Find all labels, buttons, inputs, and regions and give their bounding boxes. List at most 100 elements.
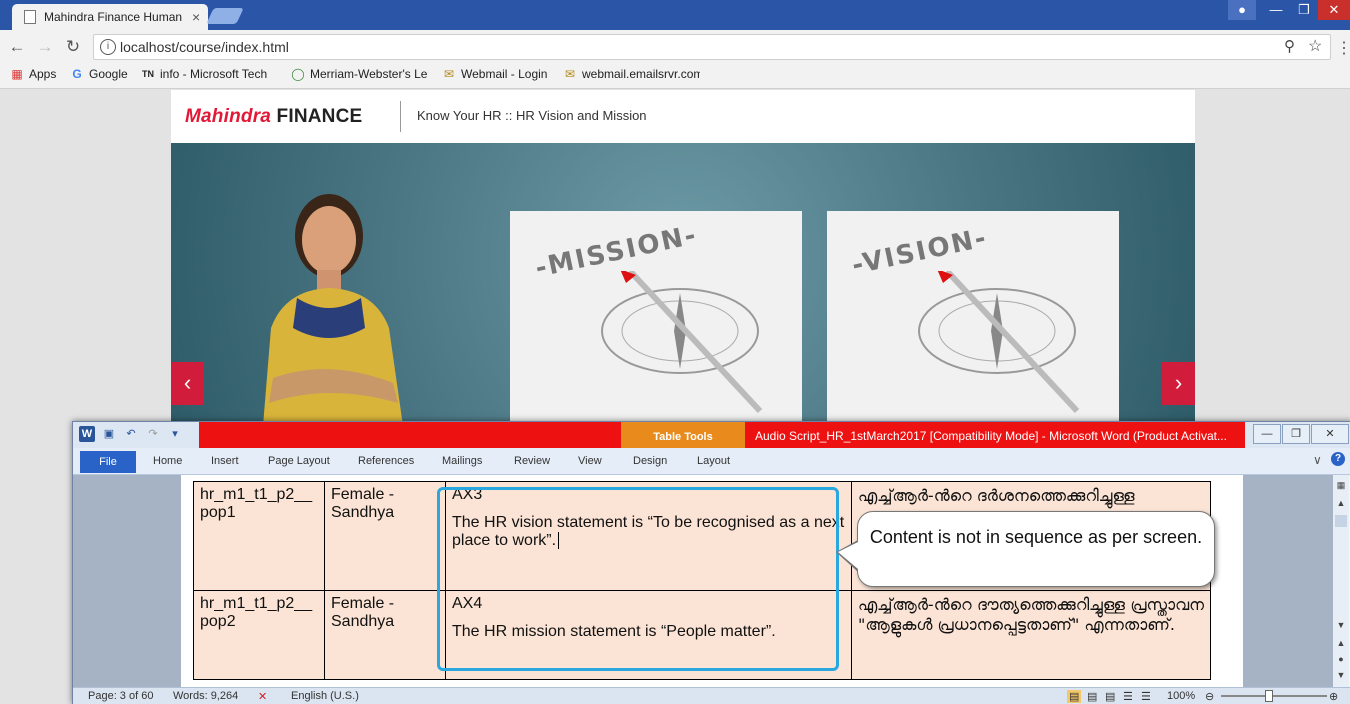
customize-toolbar-icon[interactable]: ▾	[167, 426, 183, 442]
bookmark-label: Google	[89, 67, 128, 81]
web-layout-icon[interactable]: ▤	[1105, 690, 1115, 703]
bookmark-merriam-webster[interactable]: ◯ Merriam-Webster's Le	[291, 67, 428, 81]
close-icon[interactable]: ×	[192, 9, 200, 25]
presenter-image	[263, 194, 403, 426]
bookmark-google[interactable]: G Google	[70, 67, 128, 81]
prev-slide-button[interactable]: ‹	[171, 362, 204, 405]
course-page: Mahindra FINANCE Know Your HR :: HR Visi…	[171, 90, 1195, 426]
zoom-slider[interactable]	[1221, 695, 1327, 697]
vision-image: -VISION-	[827, 211, 1119, 426]
vertical-scrollbar[interactable]: ▦ ▲ ▼ ▲ ● ▼	[1333, 475, 1349, 687]
star-icon[interactable]: ☆	[1308, 36, 1322, 56]
menu-icon[interactable]: ⋮	[1336, 38, 1350, 58]
page-count[interactable]: Page: 3 of 60	[88, 690, 153, 702]
document-title: Audio Script_HR_1stMarch2017 [Compatibil…	[755, 429, 1227, 443]
bookmark-apps[interactable]: ▦ Apps	[10, 67, 56, 81]
bookmark-label: Apps	[29, 67, 57, 81]
proofing-icon[interactable]: ✕	[258, 690, 267, 703]
bookmark-microsoft-tech[interactable]: TN info - Microsoft Tech	[141, 67, 272, 81]
callout-pointer-fill	[838, 542, 858, 569]
ruler-icon[interactable]: ▦	[1335, 479, 1347, 491]
mail-icon: ✉	[564, 67, 576, 81]
word-minimize-button[interactable]: —	[1253, 424, 1281, 444]
tab-home[interactable]: Home	[153, 455, 182, 467]
save-icon[interactable]: ▣	[101, 426, 117, 442]
word-maximize-button[interactable]: ❐	[1282, 424, 1310, 444]
word-count[interactable]: Words: 9,264	[173, 690, 238, 702]
quick-access-toolbar: W ▣ ↶ ↷ ▾	[79, 426, 183, 442]
zoom-out-icon[interactable]: ⊖	[1205, 690, 1214, 703]
select-browse-object-icon[interactable]: ●	[1335, 653, 1347, 665]
table-tools-label: Table Tools	[621, 422, 745, 448]
zoom-in-icon[interactable]: ⊕	[1329, 690, 1338, 703]
word-close-button[interactable]: ✕	[1311, 424, 1349, 444]
bookmark-label: Merriam-Webster's Le	[310, 67, 428, 81]
maximize-button[interactable]: ❐	[1290, 0, 1318, 20]
logo-suffix: FINANCE	[276, 106, 363, 127]
translation-cell[interactable]: എച്ച്ആർ-ന്‍റെ ദൗത്യത്തെക്കുറിച്ചുള്ള പ്ര…	[851, 590, 1211, 680]
url-text[interactable]: localhost/course/index.html	[120, 39, 289, 55]
next-slide-button[interactable]: ›	[1162, 362, 1195, 405]
next-page-icon[interactable]: ▼	[1335, 669, 1347, 681]
minimize-button[interactable]: —	[1262, 0, 1290, 20]
script-id-cell[interactable]: hr_m1_t1_p2__pop2	[193, 590, 325, 680]
bookmark-label: Webmail - Login	[461, 67, 548, 81]
compass-icon	[601, 271, 763, 414]
script-id-cell[interactable]: hr_m1_t1_p2__pop1	[193, 481, 325, 591]
page-icon	[24, 10, 36, 24]
voice-cell[interactable]: Female - Sandhya	[324, 590, 446, 680]
logo-brand: Mahindra	[185, 106, 272, 127]
address-bar[interactable]: i localhost/course/index.html ⚲ ☆	[93, 34, 1331, 60]
hero-banner: -MISSION- -VISION- ‹ ›	[171, 143, 1195, 426]
apps-grid-icon: ▦	[11, 67, 23, 81]
ribbon-tabs: File Home Insert Page Layout References …	[73, 448, 1350, 475]
scroll-down-icon[interactable]: ▼	[1335, 619, 1347, 631]
google-icon: G	[72, 67, 82, 81]
forward-icon[interactable]: →	[34, 36, 56, 58]
language[interactable]: English (U.S.)	[291, 690, 359, 702]
site-header: Mahindra FINANCE Know Your HR :: HR Visi…	[171, 90, 1195, 143]
bookmark-webmail-emailsrvr[interactable]: ✉ webmail.emailsrvr.com	[563, 67, 700, 81]
tab-page-layout[interactable]: Page Layout	[268, 455, 330, 467]
voice-cell[interactable]: Female - Sandhya	[324, 481, 446, 591]
info-icon[interactable]: i	[100, 39, 116, 55]
scroll-thumb[interactable]	[1335, 515, 1347, 527]
zoom-slider-thumb[interactable]	[1265, 690, 1273, 702]
search-icon[interactable]: ⚲	[1284, 37, 1295, 55]
minimize-ribbon-icon[interactable]: ∨	[1313, 453, 1322, 467]
bookmark-label: webmail.emailsrvr.com	[582, 67, 700, 81]
back-icon[interactable]: ←	[6, 36, 28, 58]
full-screen-reading-icon[interactable]: ▤	[1087, 690, 1097, 703]
close-window-button[interactable]: ✕	[1318, 0, 1350, 20]
tab-mailings[interactable]: Mailings	[442, 455, 482, 467]
tab-layout[interactable]: Layout	[697, 455, 730, 467]
draft-icon[interactable]: ☰	[1141, 690, 1151, 703]
print-layout-icon[interactable]: ▤	[1067, 690, 1082, 703]
globe-icon: ◯	[291, 67, 305, 81]
bookmark-webmail-login[interactable]: ✉ Webmail - Login	[442, 67, 548, 81]
header-divider	[400, 101, 401, 132]
word-logo-icon[interactable]: W	[79, 426, 95, 442]
mission-image: -MISSION-	[510, 211, 802, 426]
undo-icon[interactable]: ↶	[123, 426, 139, 442]
tab-insert[interactable]: Insert	[211, 455, 239, 467]
help-icon[interactable]: ?	[1331, 452, 1345, 466]
redo-icon[interactable]: ↷	[145, 426, 161, 442]
previous-page-icon[interactable]: ▲	[1335, 637, 1347, 649]
page-title: Know Your HR :: HR Vision and Mission	[417, 108, 647, 123]
user-icon[interactable]: ●	[1228, 0, 1256, 20]
review-callout: Content is not in sequence as per screen…	[857, 511, 1215, 587]
browser-tab-title: Mahindra Finance Human	[44, 10, 183, 24]
reload-icon[interactable]: ↻	[62, 36, 84, 58]
outline-icon[interactable]: ☰	[1123, 690, 1133, 703]
browser-tab[interactable]: Mahindra Finance Human ×	[12, 4, 208, 30]
tab-review[interactable]: Review	[514, 455, 550, 467]
tab-file[interactable]: File	[80, 451, 136, 473]
tab-view[interactable]: View	[578, 455, 602, 467]
tab-references[interactable]: References	[358, 455, 414, 467]
zoom-level[interactable]: 100%	[1167, 690, 1195, 702]
bookmark-label: info - Microsoft Tech	[160, 67, 268, 81]
scroll-up-icon[interactable]: ▲	[1335, 497, 1347, 509]
tab-design[interactable]: Design	[633, 455, 667, 467]
mahindra-finance-logo: Mahindra FINANCE	[185, 106, 362, 128]
